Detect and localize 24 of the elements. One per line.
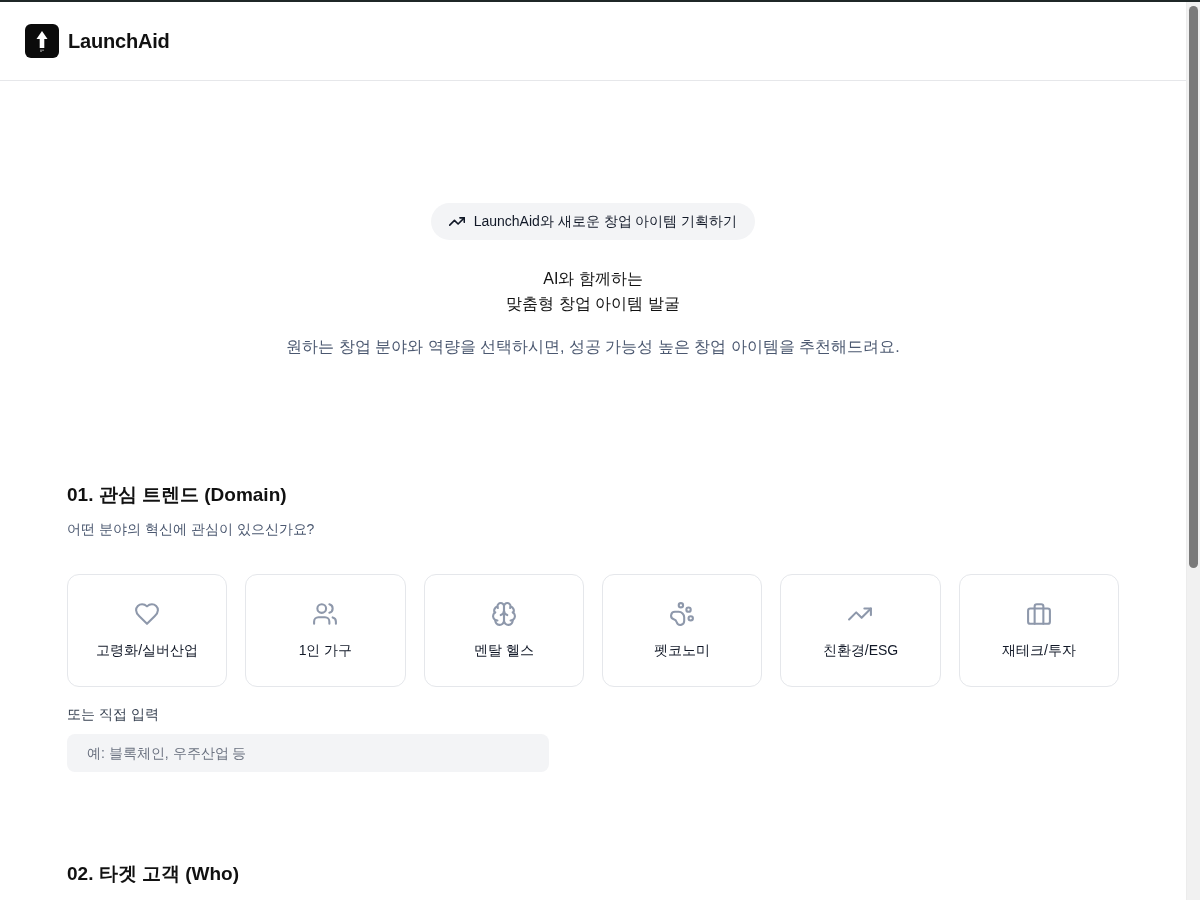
- hero-title: AI와 함께하는 맞춤형 창업 아이템 발굴: [506, 269, 680, 314]
- heart-icon: [135, 602, 160, 626]
- input-field[interactable]: 예: 블록체인, 우주산업 등: [67, 734, 549, 772]
- paw-print-icon: [670, 602, 695, 626]
- trending-up-icon: [448, 217, 465, 226]
- people-icon: [313, 602, 338, 626]
- input-label: 또는 직접 입력: [67, 705, 160, 724]
- domain-option-card[interactable]: 재테크/투자: [958, 574, 1119, 687]
- badge-text: LaunchAid와 새로운 창업 아이템 기획하기: [473, 212, 738, 231]
- briefcase-icon: [1026, 602, 1051, 626]
- domain-option-card[interactable]: 고령화/실버산업: [67, 574, 228, 687]
- domain-option-card[interactable]: 멘탈 헬스: [423, 574, 584, 687]
- section-question: 어떤 분야의 혁신에 관심이 있으신가요?: [67, 520, 316, 539]
- brain-icon: [491, 602, 516, 626]
- scrollbar[interactable]: [1186, 2, 1200, 900]
- domain-option-card[interactable]: 펫코노미: [602, 574, 763, 687]
- section-heading: 01. 관심 트렌드 (Domain): [67, 483, 288, 507]
- hero-subtitle: 원하는 창업 분야와 역량을 선택하시면, 성공 가능성 높은 창업 아이템을 추천해드려요.: [286, 337, 900, 357]
- domain-option-card[interactable]: 친환경/ESG: [780, 574, 941, 687]
- domain-option-card[interactable]: 1인 가구: [245, 574, 406, 687]
- brand-name[interactable]: LaunchAid: [68, 29, 170, 53]
- scrollbar-thumb[interactable]: [1189, 6, 1198, 568]
- section-heading: 02. 타겟 고객 (Who): [67, 862, 241, 886]
- arrow-logo-icon: [25, 24, 59, 58]
